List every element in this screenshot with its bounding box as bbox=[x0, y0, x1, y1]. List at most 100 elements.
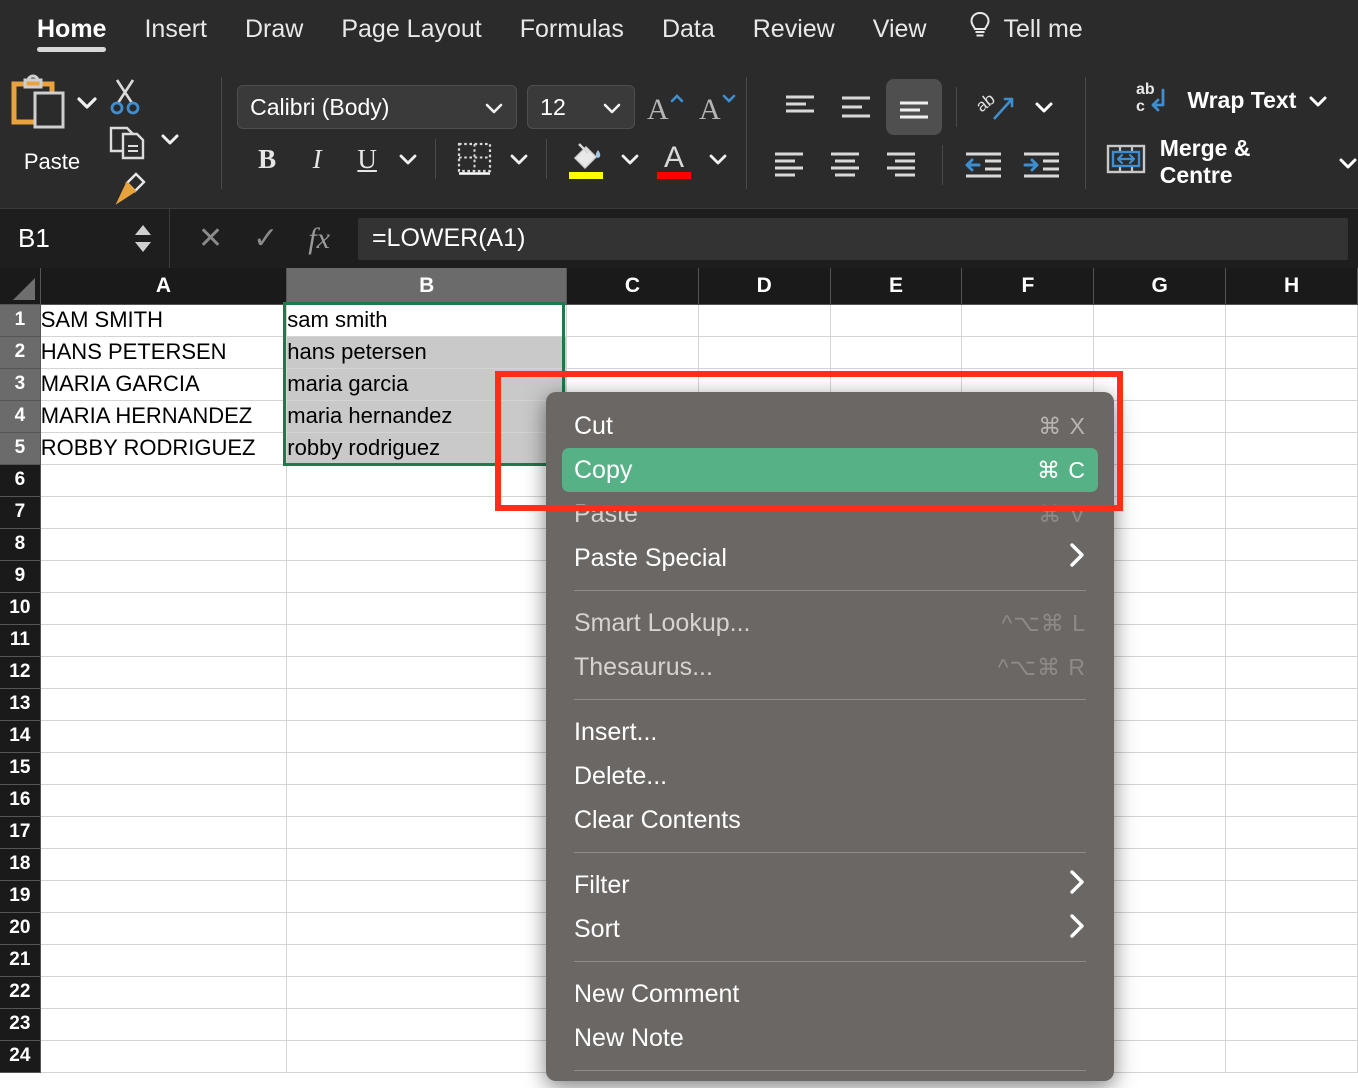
cell-H9[interactable] bbox=[1225, 560, 1358, 593]
cell-B21[interactable] bbox=[286, 944, 568, 977]
cell-A20[interactable] bbox=[40, 912, 288, 945]
paste-dropdown-chevron-icon[interactable] bbox=[76, 96, 98, 115]
wrap-text-button[interactable]: ab c Wrap Text bbox=[1133, 77, 1328, 123]
font-size-combobox[interactable]: 12 bbox=[527, 85, 636, 129]
row-header-16[interactable]: 16 bbox=[0, 784, 41, 817]
cell-B17[interactable] bbox=[286, 816, 568, 849]
row-header-15[interactable]: 15 bbox=[0, 752, 41, 785]
menu-item-paste[interactable]: Paste ⌘ V bbox=[562, 492, 1098, 536]
cell-H22[interactable] bbox=[1225, 976, 1358, 1009]
orientation-button[interactable]: ab bbox=[971, 85, 1025, 129]
cell-A1[interactable]: SAM SMITH bbox=[40, 304, 288, 337]
cell-A21[interactable] bbox=[40, 944, 288, 977]
tab-view[interactable]: View bbox=[854, 0, 946, 58]
column-header-D[interactable]: D bbox=[698, 268, 831, 305]
tab-tell-me[interactable]: Tell me bbox=[945, 0, 1101, 58]
wrap-text-chevron-down-icon[interactable] bbox=[1308, 87, 1328, 114]
column-header-G[interactable]: G bbox=[1093, 268, 1227, 305]
cell-H19[interactable] bbox=[1225, 880, 1358, 913]
cell-A7[interactable] bbox=[40, 496, 288, 529]
cell-B5[interactable]: robby rodriguez bbox=[286, 432, 568, 465]
cell-B4[interactable]: maria hernandez bbox=[286, 400, 568, 433]
row-header-17[interactable]: 17 bbox=[0, 816, 41, 849]
cell-A24[interactable] bbox=[40, 1040, 288, 1073]
cell-A5[interactable]: ROBBY RODRIGUEZ bbox=[40, 432, 288, 465]
formula-input[interactable]: =LOWER(A1) bbox=[357, 217, 1348, 260]
menu-item-paste-special[interactable]: Paste Special bbox=[562, 536, 1098, 580]
cell-A10[interactable] bbox=[40, 592, 288, 625]
cell-B22[interactable] bbox=[286, 976, 568, 1009]
cell-A14[interactable] bbox=[40, 720, 288, 753]
cell-A8[interactable] bbox=[40, 528, 288, 561]
cell-B6[interactable] bbox=[286, 464, 568, 497]
align-right-button[interactable] bbox=[876, 143, 928, 187]
center-align-button[interactable] bbox=[820, 143, 872, 187]
cell-E2[interactable] bbox=[830, 336, 963, 369]
cell-H11[interactable] bbox=[1225, 624, 1358, 657]
paste-button[interactable]: Paste bbox=[0, 68, 104, 175]
menu-item-insert[interactable]: Insert... bbox=[562, 710, 1098, 754]
cell-H15[interactable] bbox=[1225, 752, 1358, 785]
row-header-12[interactable]: 12 bbox=[0, 656, 41, 689]
cell-B23[interactable] bbox=[286, 1008, 568, 1041]
orientation-chevron-down-icon[interactable] bbox=[1029, 85, 1059, 129]
cell-H8[interactable] bbox=[1225, 528, 1358, 561]
menu-item-filter[interactable]: Filter bbox=[562, 863, 1098, 907]
column-header-B[interactable]: B bbox=[286, 268, 568, 305]
row-header-10[interactable]: 10 bbox=[0, 592, 41, 625]
underline-button[interactable]: U bbox=[343, 137, 391, 181]
cell-A16[interactable] bbox=[40, 784, 288, 817]
cell-B3[interactable]: maria garcia bbox=[286, 368, 568, 401]
tab-draw[interactable]: Draw bbox=[226, 0, 322, 58]
row-header-20[interactable]: 20 bbox=[0, 912, 41, 945]
cell-A4[interactable]: MARIA HERNANDEZ bbox=[40, 400, 288, 433]
column-header-C[interactable]: C bbox=[566, 268, 699, 305]
row-header-22[interactable]: 22 bbox=[0, 976, 41, 1009]
row-header-18[interactable]: 18 bbox=[0, 848, 41, 881]
borders-chevron-down-icon[interactable] bbox=[504, 137, 534, 181]
font-color-chevron-down-icon[interactable] bbox=[703, 137, 733, 181]
cell-H4[interactable] bbox=[1225, 400, 1358, 433]
cell-A13[interactable] bbox=[40, 688, 288, 721]
row-header-6[interactable]: 6 bbox=[0, 464, 41, 497]
menu-item-delete[interactable]: Delete... bbox=[562, 754, 1098, 798]
select-all-corner[interactable] bbox=[0, 268, 41, 305]
cell-H14[interactable] bbox=[1225, 720, 1358, 753]
borders-button[interactable] bbox=[448, 137, 502, 181]
column-header-E[interactable]: E bbox=[830, 268, 963, 305]
cell-F2[interactable] bbox=[961, 336, 1095, 369]
font-family-chevron-down-icon[interactable] bbox=[484, 94, 504, 121]
cell-H23[interactable] bbox=[1225, 1008, 1358, 1041]
cell-H5[interactable] bbox=[1225, 432, 1358, 465]
cell-H12[interactable] bbox=[1225, 656, 1358, 689]
row-header-3[interactable]: 3 bbox=[0, 368, 41, 401]
cell-A11[interactable] bbox=[40, 624, 288, 657]
tab-review[interactable]: Review bbox=[734, 0, 854, 58]
cell-B24[interactable] bbox=[286, 1040, 568, 1073]
cell-B20[interactable] bbox=[286, 912, 568, 945]
decrease-indent-button[interactable] bbox=[957, 143, 1011, 187]
enter-formula-icon[interactable]: ✓ bbox=[253, 221, 278, 256]
row-header-13[interactable]: 13 bbox=[0, 688, 41, 721]
cell-B11[interactable] bbox=[286, 624, 568, 657]
column-header-H[interactable]: H bbox=[1225, 268, 1358, 305]
row-header-21[interactable]: 21 bbox=[0, 944, 41, 977]
cell-D1[interactable] bbox=[698, 304, 831, 337]
menu-item-cut[interactable]: Cut ⌘ X bbox=[562, 404, 1098, 448]
cell-H3[interactable] bbox=[1225, 368, 1358, 401]
menu-item-smart-lookup[interactable]: Smart Lookup... ^⌥⌘ L bbox=[562, 601, 1098, 645]
row-header-11[interactable]: 11 bbox=[0, 624, 41, 657]
row-header-8[interactable]: 8 bbox=[0, 528, 41, 561]
cell-B2[interactable]: hans petersen bbox=[286, 336, 568, 369]
copy-button[interactable] bbox=[104, 120, 180, 164]
cell-H18[interactable] bbox=[1225, 848, 1358, 881]
tab-data[interactable]: Data bbox=[643, 0, 734, 58]
cell-A19[interactable] bbox=[40, 880, 288, 913]
cancel-formula-icon[interactable]: ✕ bbox=[198, 221, 223, 256]
grow-font-button[interactable]: A bbox=[645, 85, 687, 129]
cell-A15[interactable] bbox=[40, 752, 288, 785]
row-header-1[interactable]: 1 bbox=[0, 304, 41, 337]
insert-function-icon[interactable]: fx bbox=[308, 222, 330, 256]
cell-A6[interactable] bbox=[40, 464, 288, 497]
cell-A12[interactable] bbox=[40, 656, 288, 689]
